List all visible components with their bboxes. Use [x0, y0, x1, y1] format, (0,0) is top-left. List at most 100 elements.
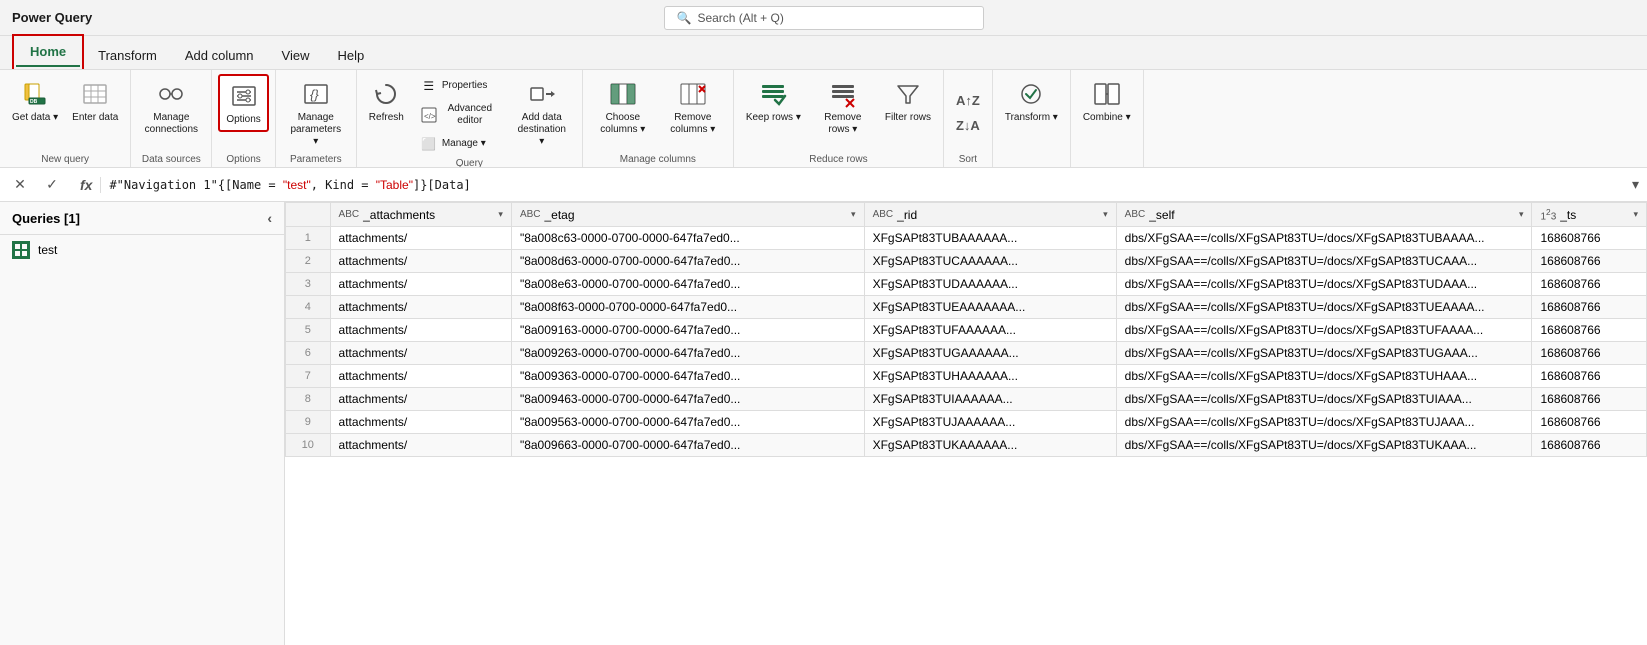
- refresh-label: Refresh: [369, 112, 404, 124]
- col-label-etag: _etag: [545, 208, 575, 222]
- col-dropdown-self[interactable]: ▾: [1519, 209, 1524, 220]
- cell-rid: XFgSAPt83TUHAAAAAA...: [864, 365, 1116, 388]
- remove-columns-button[interactable]: Remove columns ▾: [659, 74, 727, 140]
- queries-collapse-button[interactable]: ‹: [267, 210, 272, 226]
- keep-rows-icon: [757, 78, 789, 110]
- cell-attachments: attachments/: [330, 250, 511, 273]
- query-small-btns: ☰ Properties </> Advanced editor ⬜ Manag…: [414, 74, 504, 156]
- options-button[interactable]: Options: [218, 74, 268, 132]
- transform-icon: [1015, 78, 1047, 110]
- cell-rid: XFgSAPt83TUKAAAAAA...: [864, 434, 1116, 457]
- search-box[interactable]: 🔍 Search (Alt + Q): [664, 6, 984, 30]
- col-header-rid[interactable]: ABC _rid ▾: [864, 203, 1116, 227]
- col-dropdown-ts[interactable]: ▾: [1633, 209, 1638, 220]
- advanced-editor-icon: </>: [420, 106, 438, 124]
- cell-ts: 168608766: [1532, 434, 1647, 457]
- cell-etag: "8a009463-0000-0700-0000-647fa7ed0...: [511, 388, 864, 411]
- cell-rid: XFgSAPt83TUFAAAAAA...: [864, 319, 1116, 342]
- formula-bar-content[interactable]: #"Navigation 1"{[Name = "test", Kind = "…: [109, 178, 1624, 192]
- svg-text:{}: {}: [310, 87, 319, 102]
- col-header-self[interactable]: ABC _self ▾: [1116, 203, 1532, 227]
- sort-asc-icon: A↑Z: [956, 93, 980, 108]
- cell-ts: 168608766: [1532, 273, 1647, 296]
- sort-desc-icon: Z↓A: [956, 118, 980, 133]
- properties-icon: ☰: [420, 77, 438, 95]
- table-row: 2 attachments/ "8a008d63-0000-0700-0000-…: [286, 250, 1647, 273]
- ribbon-group-manage-columns: Choose columns ▾ Remove columns ▾ Manage…: [583, 70, 734, 167]
- choose-columns-button[interactable]: Choose columns ▾: [589, 74, 657, 140]
- properties-button[interactable]: ☰ Properties: [414, 74, 504, 98]
- table-row: 4 attachments/ "8a008f63-0000-0700-0000-…: [286, 296, 1647, 319]
- col-dropdown-attachments[interactable]: ▾: [498, 209, 503, 220]
- remove-rows-button[interactable]: Remove rows ▾: [809, 74, 877, 140]
- formula-confirm-button[interactable]: ✓: [40, 173, 64, 197]
- filter-rows-label: Filter rows: [885, 112, 931, 124]
- cell-attachments: attachments/: [330, 411, 511, 434]
- col-header-etag[interactable]: ABC _etag ▾: [511, 203, 864, 227]
- enter-data-button[interactable]: Enter data: [66, 74, 124, 128]
- table-row: 10 attachments/ "8a009663-0000-0700-0000…: [286, 434, 1647, 457]
- filter-rows-button[interactable]: Filter rows: [879, 74, 937, 128]
- ribbon-group-data-sources: Manage connections Data sources: [131, 70, 212, 167]
- data-area[interactable]: ABC _attachments ▾ ABC _etag ▾: [285, 202, 1647, 645]
- add-data-destination-label: Add data destination ▾: [514, 112, 570, 148]
- home-tab-wrapper: Home: [12, 34, 84, 69]
- cell-self: dbs/XFgSAA==/colls/XFgSAPt83TU=/docs/XFg…: [1116, 319, 1532, 342]
- add-data-destination-button[interactable]: Add data destination ▾: [508, 74, 576, 152]
- grid-header-row: ABC _attachments ▾ ABC _etag ▾: [286, 203, 1647, 227]
- manage-connections-icon: [155, 78, 187, 110]
- keep-rows-button[interactable]: Keep rows ▾: [740, 74, 807, 128]
- table-row: 6 attachments/ "8a009263-0000-0700-0000-…: [286, 342, 1647, 365]
- col-header-ts[interactable]: 123 _ts ▾: [1532, 203, 1647, 227]
- table-row: 9 attachments/ "8a009563-0000-0700-0000-…: [286, 411, 1647, 434]
- tab-add-column[interactable]: Add column: [171, 42, 268, 69]
- col-dropdown-etag[interactable]: ▾: [851, 209, 856, 220]
- formula-expand-button[interactable]: ▾: [1632, 176, 1639, 193]
- cell-self: dbs/XFgSAA==/colls/XFgSAPt83TU=/docs/XFg…: [1116, 273, 1532, 296]
- tab-transform[interactable]: Transform: [84, 42, 171, 69]
- transform-button[interactable]: Transform ▾: [999, 74, 1064, 128]
- cell-ts: 168608766: [1532, 342, 1647, 365]
- col-header-attachments[interactable]: ABC _attachments ▾: [330, 203, 511, 227]
- query-item-test[interactable]: test: [0, 235, 284, 265]
- transform-label: Transform ▾: [1005, 112, 1058, 124]
- row-number: 8: [286, 388, 331, 411]
- formula-cancel-button[interactable]: ✕: [8, 173, 32, 197]
- tab-help[interactable]: Help: [323, 42, 378, 69]
- cell-etag: "8a008d63-0000-0700-0000-647fa7ed0...: [511, 250, 864, 273]
- get-data-button[interactable]: DB Get data ▾: [6, 74, 64, 128]
- svg-text:</>: </>: [424, 112, 436, 121]
- transform-group-label: [999, 163, 1064, 165]
- cell-attachments: attachments/: [330, 342, 511, 365]
- queries-title: Queries [1]: [12, 211, 80, 226]
- combine-button[interactable]: Combine ▾: [1077, 74, 1137, 128]
- sort-asc-button[interactable]: A↑Z: [950, 89, 986, 112]
- advanced-editor-button[interactable]: </> Advanced editor: [414, 100, 504, 130]
- options-group-label: Options: [218, 152, 268, 165]
- cell-etag: "8a009663-0000-0700-0000-647fa7ed0...: [511, 434, 864, 457]
- ribbon-group-new-query: DB Get data ▾ Enter data New query: [0, 70, 131, 167]
- sort-desc-button[interactable]: Z↓A: [950, 114, 986, 137]
- cell-etag: "8a009263-0000-0700-0000-647fa7ed0...: [511, 342, 864, 365]
- manage-button[interactable]: ⬜ Manage ▾: [414, 132, 504, 156]
- svg-text:DB: DB: [30, 99, 38, 105]
- manage-icon: ⬜: [420, 135, 438, 153]
- parameters-group-label: Parameters: [282, 152, 350, 165]
- cell-etag: "8a008f63-0000-0700-0000-647fa7ed0...: [511, 296, 864, 319]
- cell-etag: "8a009563-0000-0700-0000-647fa7ed0...: [511, 411, 864, 434]
- cell-self: dbs/XFgSAA==/colls/XFgSAPt83TU=/docs/XFg…: [1116, 342, 1532, 365]
- cell-rid: XFgSAPt83TUDAAAAAA...: [864, 273, 1116, 296]
- cell-attachments: attachments/: [330, 434, 511, 457]
- combine-icon: [1091, 78, 1123, 110]
- manage-parameters-button[interactable]: {} Manage parameters ▾: [282, 74, 350, 152]
- tab-home[interactable]: Home: [16, 38, 80, 67]
- cell-rid: XFgSAPt83TUGAAAAAA...: [864, 342, 1116, 365]
- cell-ts: 168608766: [1532, 296, 1647, 319]
- tab-view[interactable]: View: [268, 42, 324, 69]
- cell-self: dbs/XFgSAA==/colls/XFgSAPt83TU=/docs/XFg…: [1116, 434, 1532, 457]
- manage-connections-button[interactable]: Manage connections: [137, 74, 205, 140]
- col-dropdown-rid[interactable]: ▾: [1103, 209, 1108, 220]
- col-type-abc-rid: ABC: [873, 209, 894, 220]
- refresh-button[interactable]: Refresh: [363, 74, 410, 128]
- table-row: 1 attachments/ "8a008c63-0000-0700-0000-…: [286, 227, 1647, 250]
